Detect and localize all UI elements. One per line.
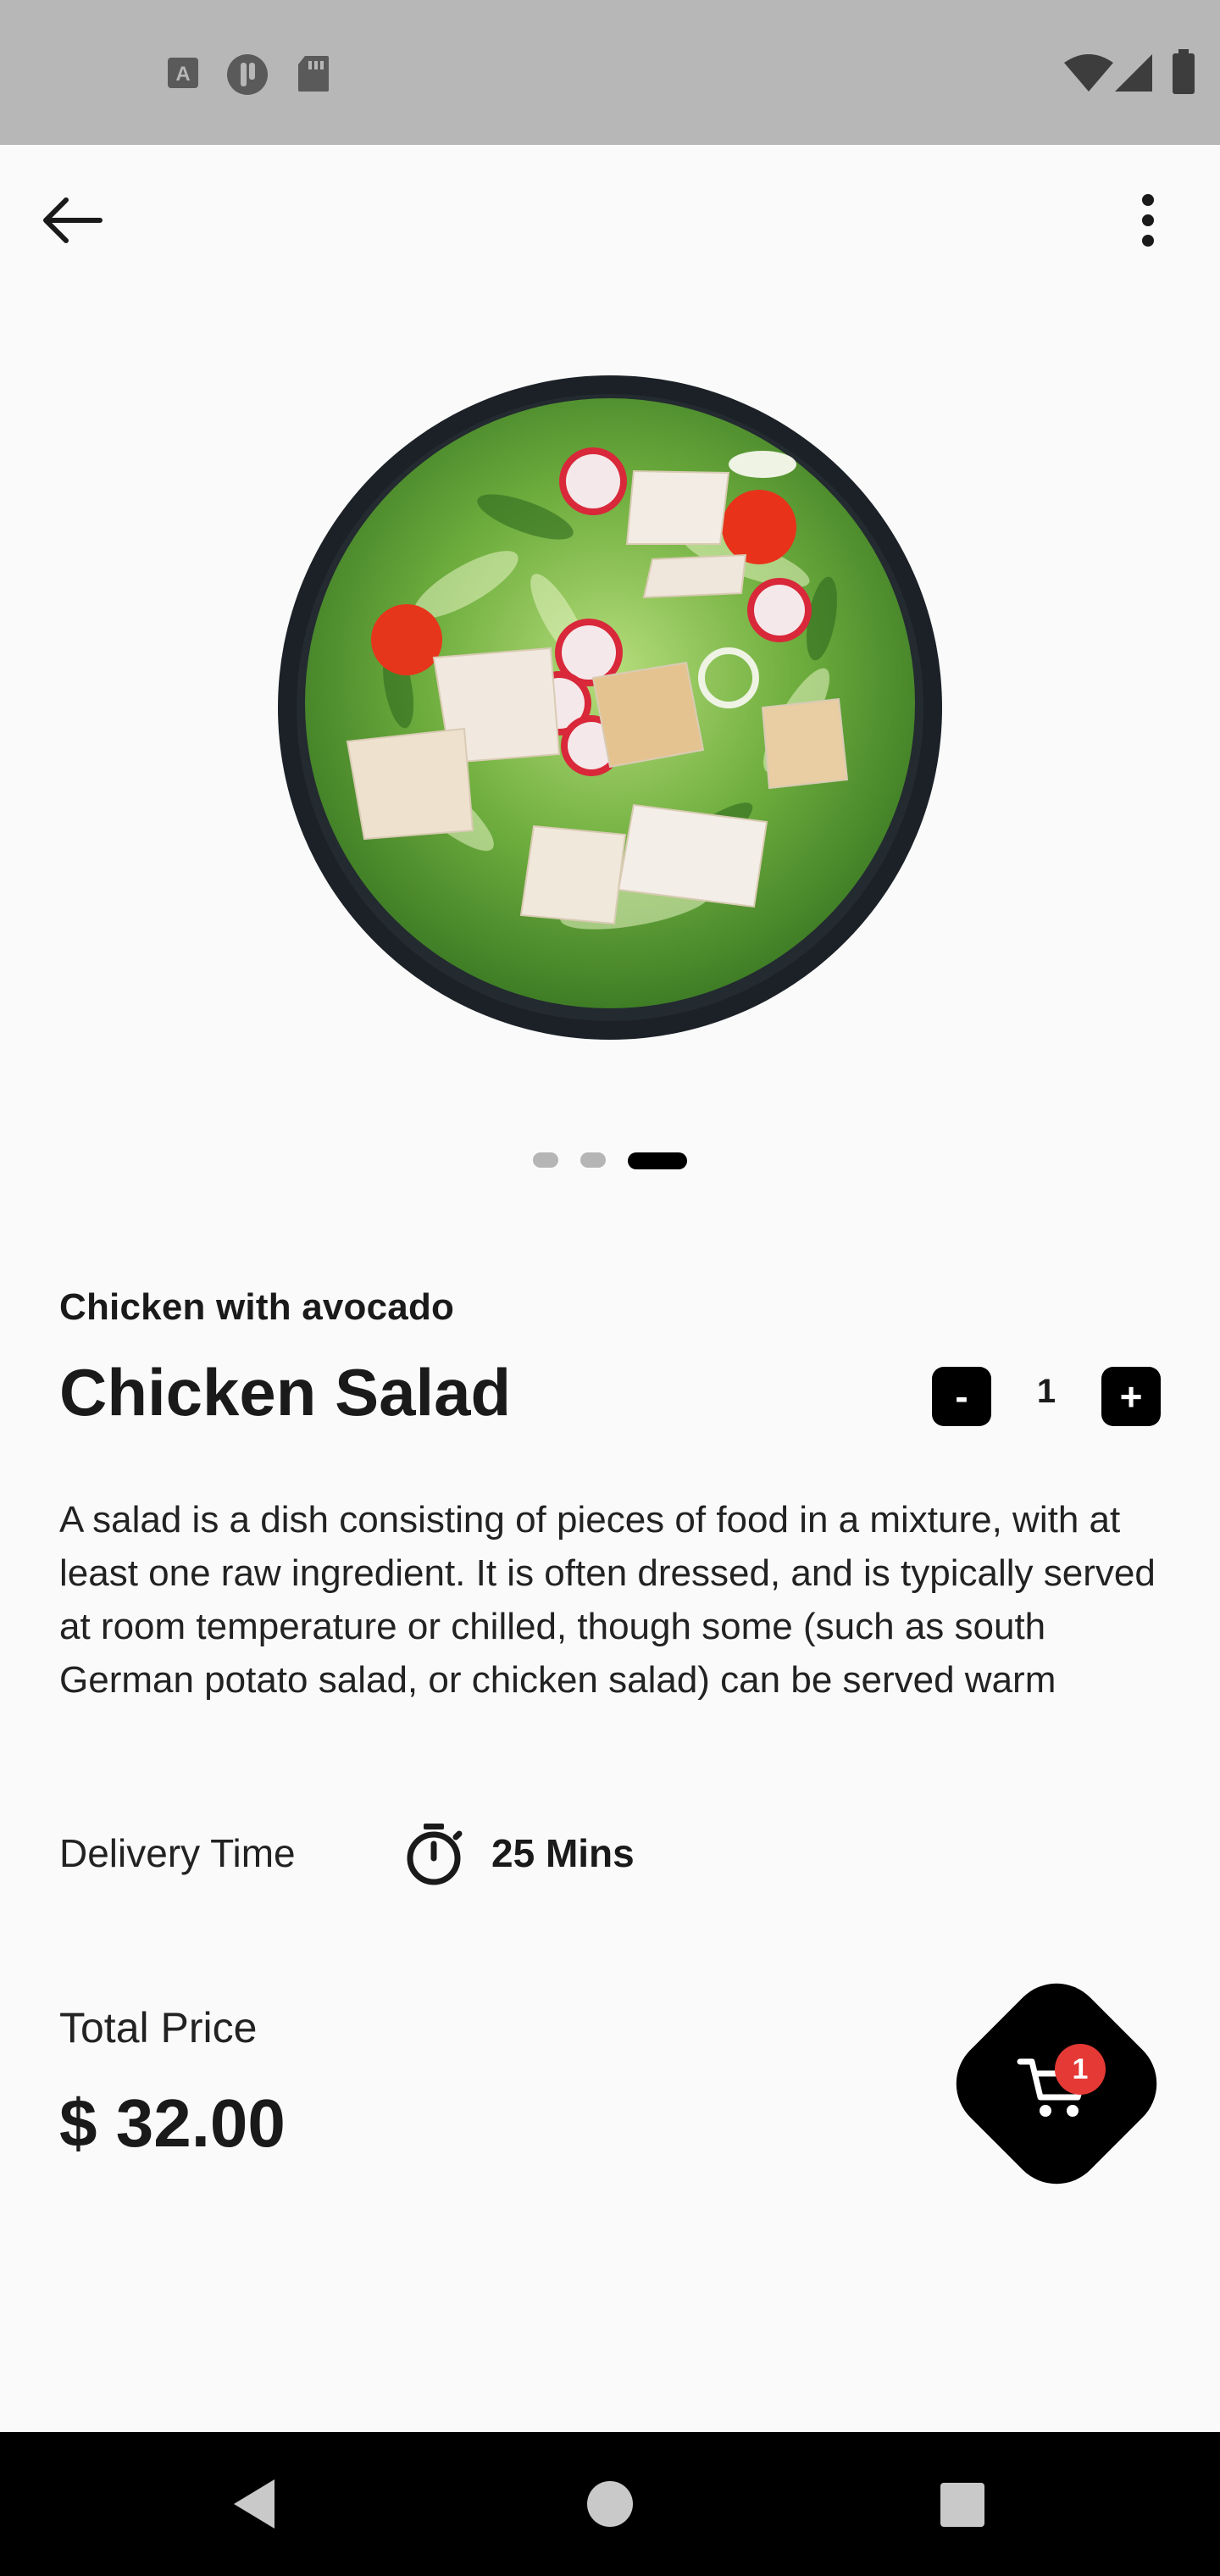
product-subtitle: Chicken with avocado bbox=[59, 1286, 455, 1328]
product-image bbox=[278, 375, 942, 1040]
more-vert-icon[interactable] bbox=[1110, 182, 1186, 258]
nav-back-icon[interactable] bbox=[217, 2466, 293, 2542]
decrease-quantity-button[interactable]: - bbox=[932, 1367, 991, 1426]
carousel-dot[interactable] bbox=[533, 1152, 558, 1168]
product-title: Chicken Salad bbox=[59, 1355, 512, 1430]
carousel-dot-active[interactable] bbox=[628, 1152, 687, 1169]
status-bar: A bbox=[0, 0, 1220, 145]
cart-badge: 1 bbox=[1055, 2044, 1106, 2095]
total-price-value: $ 32.00 bbox=[59, 2085, 286, 2161]
signal-icon bbox=[1115, 54, 1152, 92]
navigation-bar bbox=[0, 2432, 1220, 2576]
total-price-label: Total Price bbox=[59, 2004, 258, 2051]
quantity-value: 1 bbox=[1036, 1373, 1056, 1410]
sd-card-icon bbox=[298, 56, 329, 92]
wifi-icon bbox=[1064, 54, 1113, 92]
battery-icon bbox=[1173, 49, 1195, 94]
delivery-time-label: Delivery Time bbox=[59, 1831, 296, 1875]
delivery-time-value: 25 Mins bbox=[491, 1831, 635, 1875]
nav-recents-icon[interactable] bbox=[923, 2466, 1000, 2542]
keyboard-a-icon: A bbox=[168, 58, 198, 88]
svg-text:A: A bbox=[175, 63, 190, 86]
timer-icon bbox=[407, 1824, 463, 1885]
increase-quantity-button[interactable]: + bbox=[1101, 1367, 1161, 1426]
sync-icon bbox=[227, 54, 268, 95]
app-bar bbox=[0, 145, 1220, 289]
product-description: A salad is a dish consisting of pieces o… bbox=[59, 1499, 1156, 1701]
nav-home-icon[interactable] bbox=[572, 2466, 648, 2542]
arrow-back-icon[interactable] bbox=[34, 182, 110, 258]
carousel-dot[interactable] bbox=[580, 1152, 606, 1168]
carousel-indicator bbox=[0, 1152, 1220, 1173]
cart-button[interactable]: 1 bbox=[936, 1963, 1177, 2204]
